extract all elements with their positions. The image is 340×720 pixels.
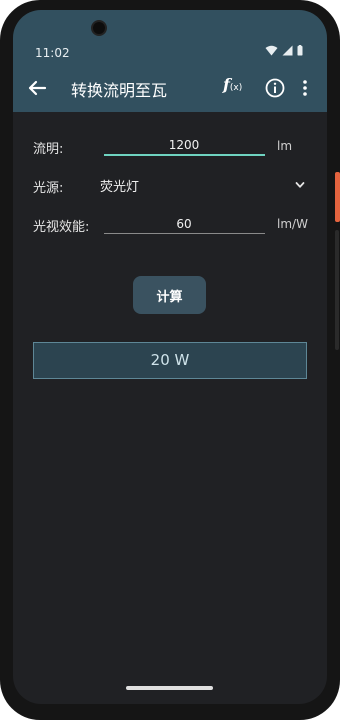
volume-button: [335, 230, 339, 350]
efficacy-input[interactable]: [104, 213, 264, 235]
front-camera: [91, 20, 107, 36]
efficacy-unit: lm/W: [277, 217, 308, 231]
formula-sub: (x): [229, 83, 243, 93]
formula-label: f: [223, 75, 230, 94]
battery-icon: [297, 45, 303, 56]
screen: 11:02 转换流明至瓦 f(x) 流明: 1200 lm 光源: 荧光灯 光视…: [13, 10, 327, 704]
light-source-label: 光源:: [33, 181, 64, 196]
lumens-underline: [104, 154, 265, 156]
home-indicator[interactable]: [126, 686, 213, 690]
page-title: 转换流明至瓦: [71, 81, 168, 100]
result-box: 20 W: [33, 342, 307, 379]
back-arrow-icon[interactable]: [23, 74, 51, 102]
chevron-down-icon[interactable]: [294, 179, 306, 191]
status-icons: [265, 45, 303, 56]
info-icon[interactable]: [264, 77, 286, 99]
wifi-icon: [265, 45, 278, 56]
calculate-button[interactable]: 计算: [133, 276, 206, 314]
phone-frame: 11:02 转换流明至瓦 f(x) 流明: 1200 lm 光源: 荧光灯 光视…: [0, 0, 340, 720]
power-button: [335, 172, 340, 222]
light-source-select[interactable]: 荧光灯: [100, 176, 139, 195]
efficacy-underline: [104, 233, 265, 234]
lumens-unit: lm: [277, 139, 293, 153]
status-time: 11:02: [35, 46, 70, 60]
efficacy-label: 光视效能:: [33, 220, 90, 235]
cell-signal-icon: [282, 45, 293, 56]
more-vert-icon[interactable]: [298, 77, 312, 99]
formula-button[interactable]: f(x): [223, 75, 242, 94]
status-bar: 11:02: [13, 10, 327, 64]
app-bar: 转换流明至瓦 f(x): [13, 64, 327, 112]
lumens-label: 流明:: [33, 142, 64, 157]
lumens-input[interactable]: [104, 134, 264, 156]
